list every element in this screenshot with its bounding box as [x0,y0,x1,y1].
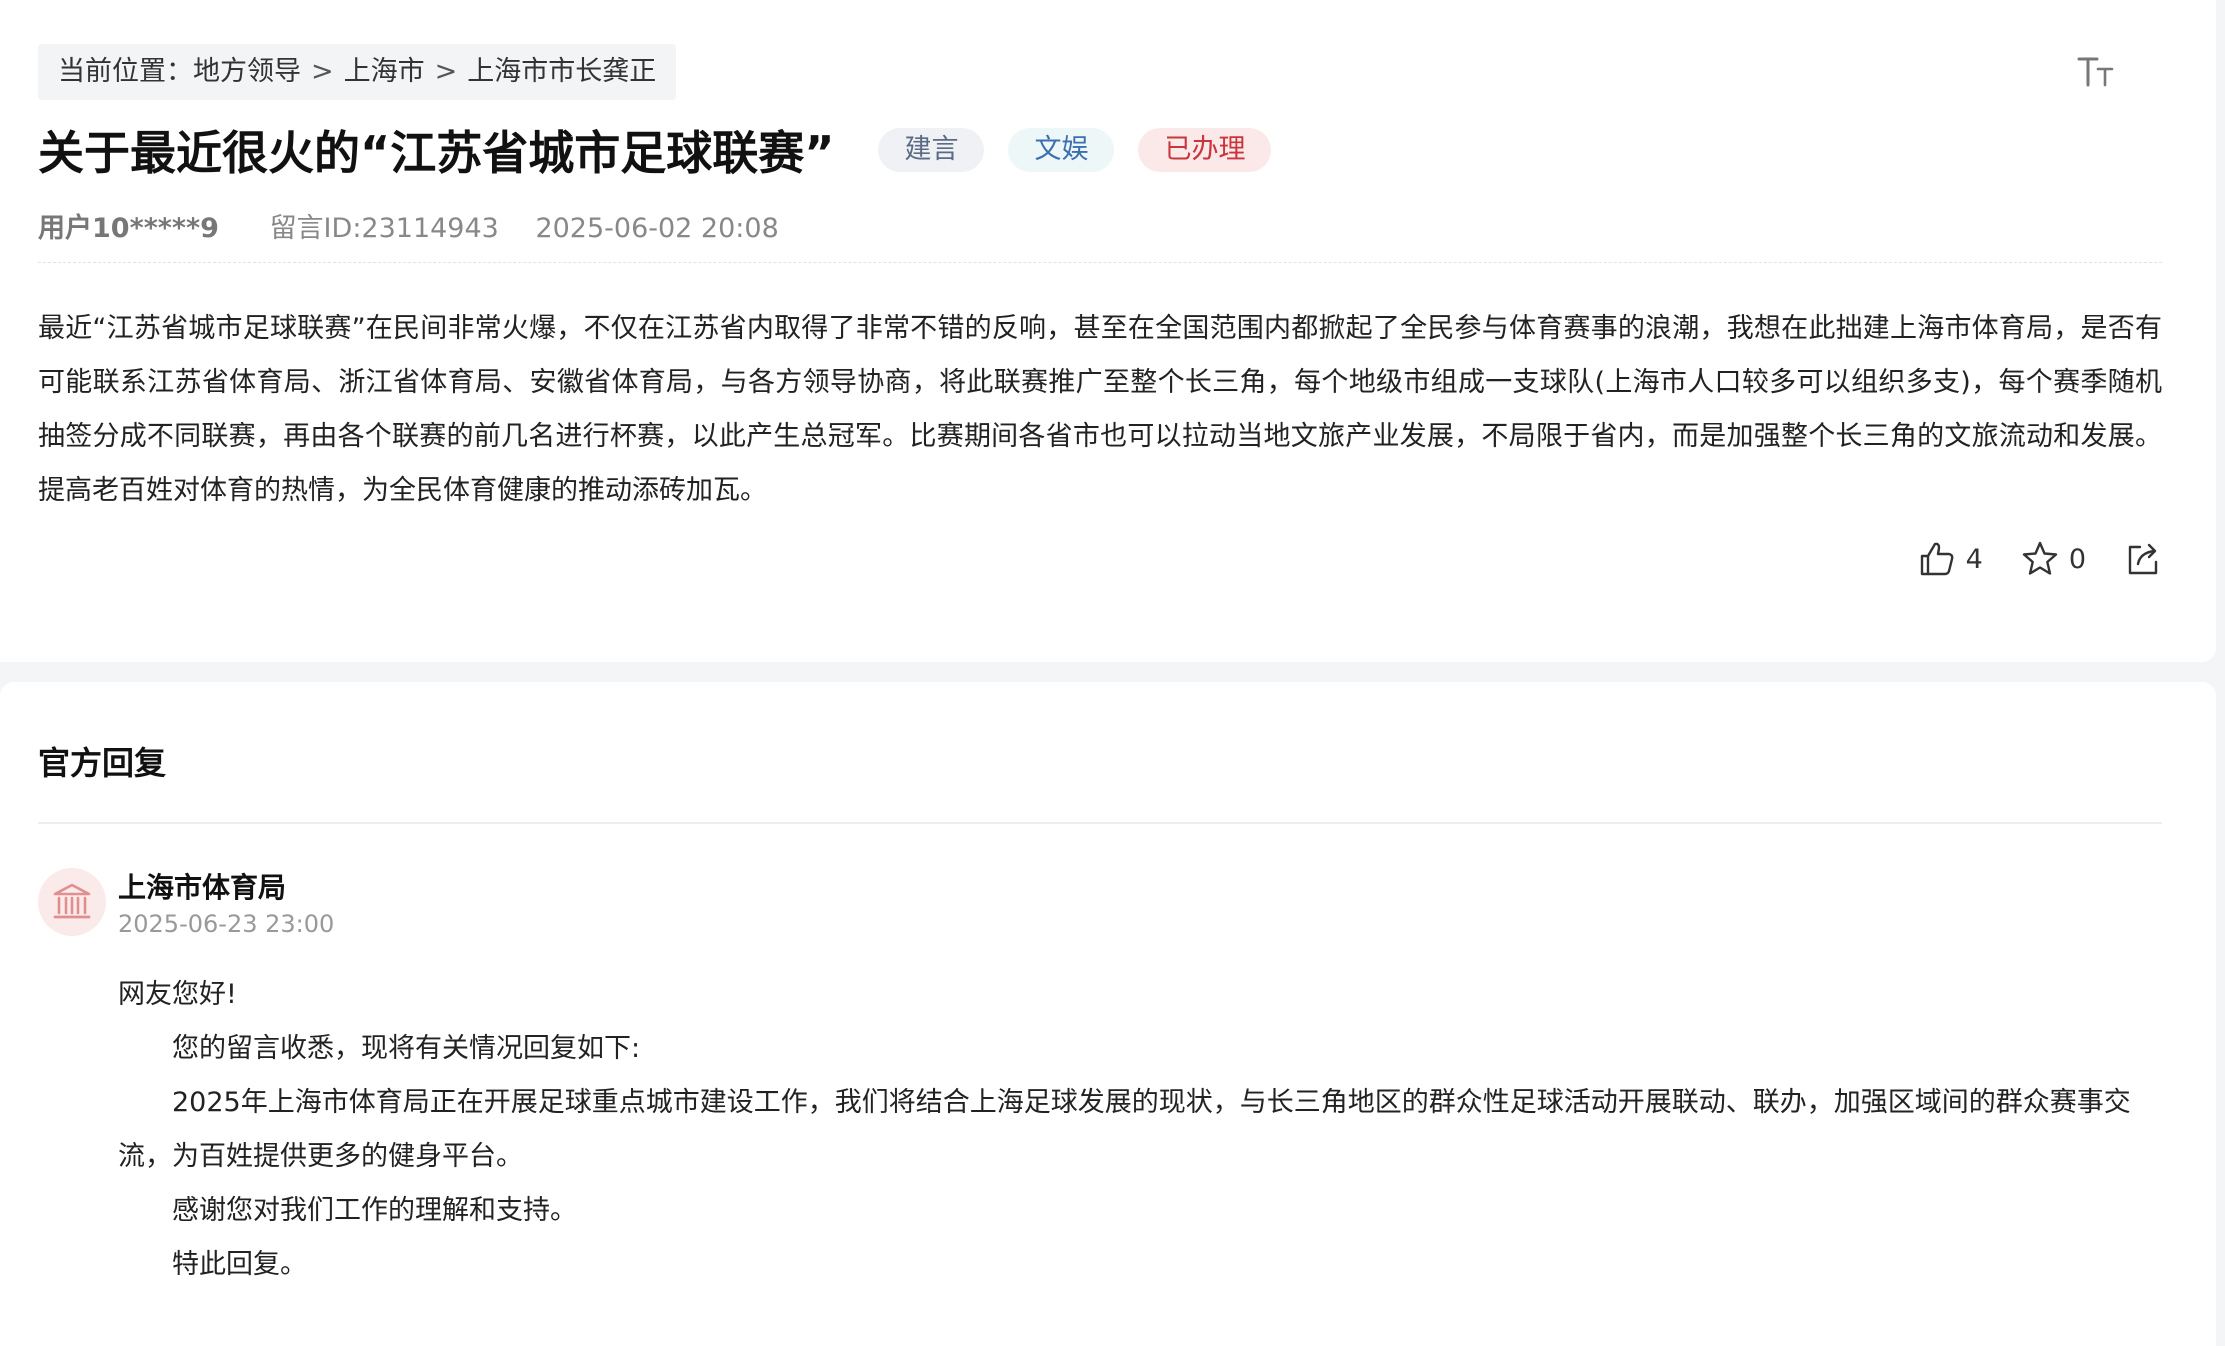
reply-paragraph: 您的留言收悉，现将有关情况回复如下: [172,1033,641,1064]
department-avatar [38,868,106,936]
tag-entertainment: 文娱 [1008,128,1115,172]
post-meta: 用户10*****9 留言ID:23114943 2025-06-02 20:0… [38,206,779,245]
government-building-icon [53,883,91,919]
share-icon [2128,543,2158,575]
reply-divider [38,822,2162,824]
post-datetime: 2025-06-02 20:08 [535,213,779,244]
favorite-count: 0 [2068,543,2086,575]
official-reply-title: 官方回复 [38,744,167,782]
like-count: 4 [1965,543,1983,575]
reply-paragraph: 特此回复。 [172,1249,307,1280]
reply-datetime: 2025-06-23 23:00 [118,910,335,938]
reply-body: 网友您好! 您的留言收悉，现将有关情况回复如下: 2025年上海市体育局正在开展… [118,968,2162,1292]
like-button[interactable]: 4 [1918,540,1983,578]
tag-suggestion: 建言 [878,128,985,172]
font-size-icon[interactable] [2076,52,2116,92]
post-content: 最近“江苏省城市足球联赛”在民间非常火爆，不仅在江苏省内取得了非常不错的反响，甚… [38,313,2162,506]
breadcrumb-prefix: 当前位置： [58,56,193,87]
post-user: 用户10*****9 [38,213,219,244]
favorite-button[interactable]: 0 [2021,540,2086,578]
post-actions: 4 0 [1880,540,2162,578]
post-title: 关于最近很火的“江苏省城市足球联赛” [38,126,835,180]
title-row: 关于最近很火的“江苏省城市足球联赛” 建言 文娱 已办理 [38,118,1272,182]
breadcrumb-separator: > [434,56,458,87]
reply-paragraph: 2025年上海市体育局正在开展足球重点城市建设工作，我们将结合上海足球发展的现状… [118,1087,2131,1172]
breadcrumb: 当前位置：地方领导 > 上海市 > 上海市市长龚正 [38,44,677,100]
divider [38,262,2162,263]
tag-status-handled: 已办理 [1138,128,1272,172]
share-button[interactable] [2124,540,2162,578]
thumbs-up-icon [1920,542,1954,576]
breadcrumb-item-mayor[interactable]: 上海市市长龚正 [467,56,656,87]
post-card: 当前位置：地方领导 > 上海市 > 上海市市长龚正 关于最近很火的“江苏省城市足球联赛”… [0,0,2216,662]
reply-paragraph: 感谢您对我们工作的理解和支持。 [172,1195,577,1226]
breadcrumb-item-shanghai[interactable]: 上海市 [344,56,425,87]
department-name: 上海市体育局 [118,871,287,904]
breadcrumb-item-local-leaders[interactable]: 地方领导 [193,56,301,87]
star-icon [2022,541,2058,575]
message-id: 留言ID:23114943 [269,213,499,244]
breadcrumb-separator: > [311,56,334,87]
reply-greeting: 网友您好! [118,979,237,1010]
